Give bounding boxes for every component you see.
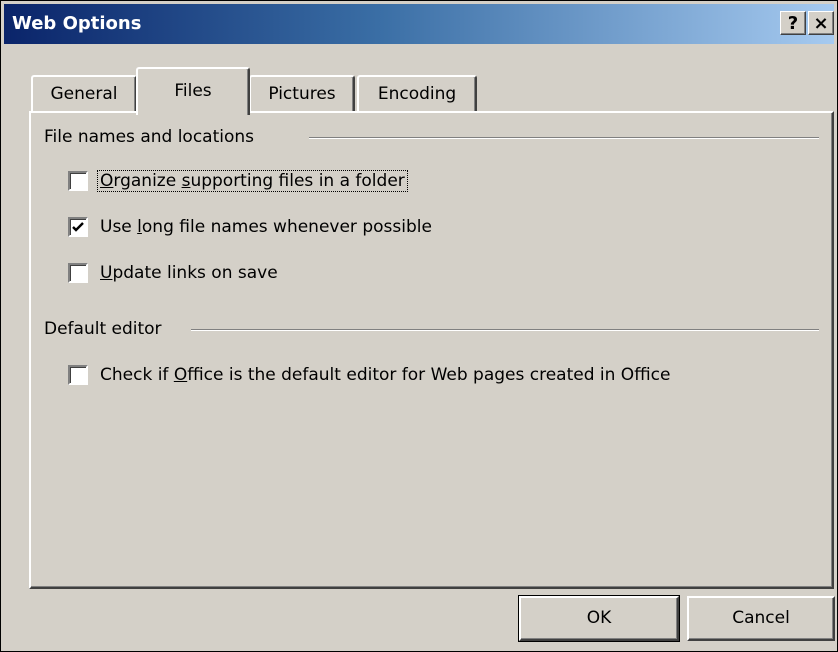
update-links-checkbox[interactable] [68, 263, 88, 283]
title-bar[interactable]: Web Options ? × [4, 4, 834, 44]
tab-files[interactable]: Files [136, 67, 250, 115]
checkmark-icon [72, 222, 84, 232]
ok-button[interactable]: OK [518, 595, 680, 642]
office-default-editor-checkbox[interactable] [68, 365, 88, 385]
tab-pictures-label: Pictures [268, 84, 336, 104]
tab-encoding[interactable]: Encoding [357, 75, 477, 111]
tab-files-label: Files [174, 81, 212, 101]
organize-files-label[interactable]: Organize supporting files in a folder [97, 170, 408, 192]
close-icon: × [813, 13, 829, 34]
window-title: Web Options [12, 13, 142, 34]
web-options-dialog: Web Options ? × General Files Pictures E… [0, 0, 838, 652]
office-default-editor-label[interactable]: Check if Office is the default editor fo… [98, 365, 672, 385]
organize-files-checkbox[interactable] [68, 171, 88, 191]
default-editor-group-divider [191, 329, 819, 331]
long-file-names-label[interactable]: Use long file names whenever possible [98, 217, 434, 237]
close-button[interactable]: × [808, 11, 834, 35]
tab-encoding-label: Encoding [377, 84, 457, 104]
help-button[interactable]: ? [780, 11, 806, 35]
office-default-editor-option[interactable]: Check if Office is the default editor fo… [68, 365, 672, 385]
organize-files-option[interactable]: Organize supporting files in a folder [68, 170, 408, 192]
long-file-names-option[interactable]: Use long file names whenever possible [68, 217, 434, 237]
long-file-names-checkbox[interactable] [68, 217, 88, 237]
files-tab-panel: File names and locations Organize suppor… [29, 111, 834, 589]
tab-general-label: General [50, 84, 118, 104]
update-links-option[interactable]: Update links on save [68, 263, 280, 283]
update-links-label[interactable]: Update links on save [98, 263, 280, 283]
tab-general[interactable]: General [31, 75, 137, 111]
help-icon: ? [787, 13, 799, 34]
file-names-group-label: File names and locations [44, 127, 255, 147]
file-names-group-divider [309, 137, 819, 139]
cancel-button[interactable]: Cancel [687, 596, 835, 641]
tab-pictures[interactable]: Pictures [249, 75, 355, 111]
default-editor-group-label: Default editor [44, 319, 162, 339]
